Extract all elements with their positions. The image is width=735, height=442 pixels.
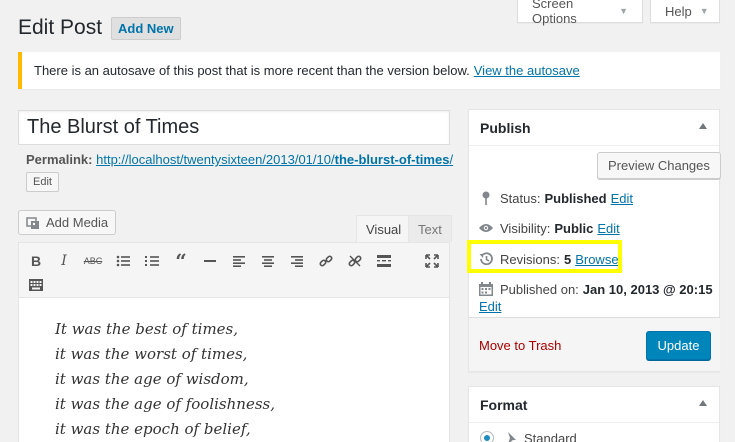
unlink-icon[interactable] [343, 249, 367, 273]
format-header[interactable]: Format [469, 387, 719, 423]
format-option-standard[interactable]: Standard [480, 430, 577, 442]
link-icon[interactable] [314, 249, 338, 273]
editor-toolbar: B I ABC “ [18, 242, 450, 298]
status-value: Published [544, 190, 607, 206]
add-media-label: Add Media [46, 215, 109, 230]
status-label: Status: [500, 190, 541, 206]
published-edit-link[interactable]: Edit [479, 299, 501, 314]
numbered-list-icon[interactable] [140, 249, 164, 273]
fullscreen-icon[interactable] [420, 249, 444, 273]
eye-icon [478, 220, 494, 236]
toolbar-toggle-icon[interactable] [24, 273, 48, 297]
strikethrough-icon[interactable]: ABC [81, 249, 105, 273]
screen-options-tab[interactable]: Screen Options ▼ [517, 0, 643, 26]
caret-down-icon: ▼ [699, 6, 709, 16]
add-new-button[interactable]: Add New [111, 17, 181, 40]
collapse-arrow-icon[interactable] [699, 400, 707, 406]
edit-slug-button[interactable]: Edit [26, 172, 59, 192]
permalink-slug: the-blurst-of-times [334, 152, 450, 167]
page-title: Edit Post [18, 16, 103, 39]
permalink: Permalink: http://localhost/twentysixtee… [26, 152, 453, 167]
italic-icon[interactable]: I [52, 249, 76, 273]
preview-changes-button[interactable]: Preview Changes [597, 152, 721, 179]
content-line: it was the worst of times, [55, 345, 248, 363]
published-label: Published on: [500, 281, 579, 297]
revisions-highlight [467, 240, 622, 273]
published-date: Jan 10, 2013 @ 20:15 [582, 281, 713, 297]
add-media-button[interactable]: Add Media [18, 210, 117, 235]
view-autosave-link[interactable]: View the autosave [474, 63, 580, 78]
horizontal-line-icon[interactable] [198, 249, 222, 273]
status-row: Status: Published Edit [478, 190, 633, 206]
read-more-icon[interactable] [372, 249, 396, 273]
visibility-row: Visibility: Public Edit [478, 220, 620, 236]
editor-content[interactable]: It was the best of times, it was the wor… [18, 298, 450, 442]
post-title-input[interactable]: The Blurst of Times [18, 110, 450, 145]
permalink-label: Permalink: [26, 152, 93, 167]
pin-icon [478, 190, 494, 206]
content-line: it was the age of wisdom, [55, 370, 249, 388]
collapse-arrow-icon[interactable] [699, 123, 707, 129]
blockquote-icon[interactable]: “ [169, 249, 193, 273]
format-radio[interactable] [480, 431, 494, 442]
align-left-icon[interactable] [227, 249, 251, 273]
pin-icon [502, 430, 518, 442]
content-line: it was the epoch of belief, [55, 420, 251, 438]
help-label: Help [665, 3, 692, 19]
screen-options-label: Screen Options [532, 0, 577, 26]
permalink-base: http://localhost/twentysixteen/2013/01/1… [96, 152, 335, 167]
publish-header[interactable]: Publish [469, 110, 719, 146]
caret-down-icon: ▼ [619, 6, 628, 16]
bold-icon[interactable]: B [24, 249, 48, 273]
tab-text[interactable]: Text [408, 215, 452, 242]
content-line: It was the best of times, [55, 320, 239, 338]
calendar-icon [478, 281, 494, 297]
permalink-link[interactable]: http://localhost/twentysixteen/2013/01/1… [96, 152, 453, 167]
status-edit-link[interactable]: Edit [611, 191, 633, 206]
align-right-icon[interactable] [285, 249, 309, 273]
align-center-icon[interactable] [256, 249, 280, 273]
format-standard-label: Standard [524, 430, 577, 442]
autosave-notice: There is an autosave of this post that i… [18, 52, 720, 89]
published-on-row: Published on: Jan 10, 2013 @ 20:15 [478, 281, 713, 297]
help-tab[interactable]: Help ▼ [650, 0, 720, 23]
visibility-label: Visibility: [500, 220, 551, 236]
media-icon [26, 216, 40, 230]
move-to-trash-link[interactable]: Move to Trash [479, 338, 561, 353]
update-button[interactable]: Update [646, 331, 711, 360]
bullet-list-icon[interactable] [111, 249, 135, 273]
tab-visual[interactable]: Visual [356, 215, 412, 242]
visibility-value: Public [554, 220, 594, 236]
format-title: Format [480, 396, 528, 413]
content-line: it was the age of foolishness, [55, 395, 275, 413]
visibility-edit-link[interactable]: Edit [597, 221, 619, 236]
publish-title: Publish [480, 119, 531, 136]
notice-text: There is an autosave of this post that i… [34, 63, 470, 78]
permalink-end: / [449, 152, 454, 167]
